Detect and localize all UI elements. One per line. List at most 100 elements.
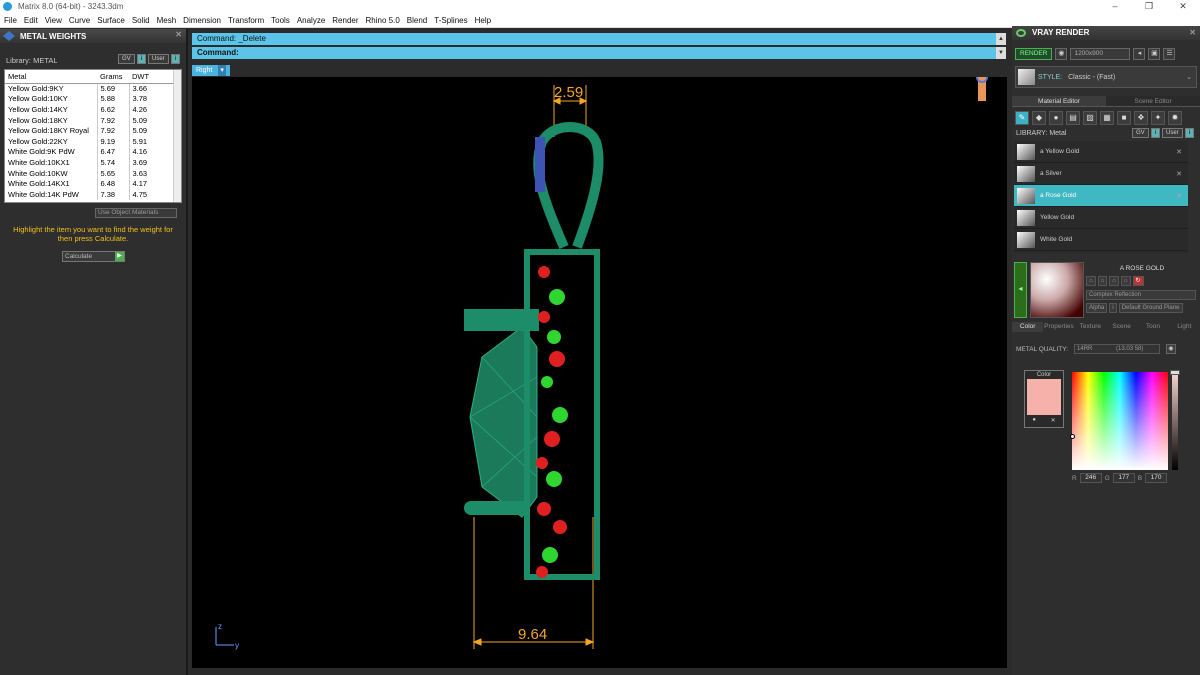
calculate-button[interactable]: Calculate ▶ [62,251,125,262]
tool-icon-2[interactable]: ⌂ [1097,276,1108,286]
material-item[interactable]: White Gold [1014,229,1188,251]
resolution-field[interactable]: 1200x900 [1070,48,1131,60]
vray-close-icon[interactable]: ✕ [1189,26,1196,40]
tab-scene-editor[interactable]: Scene Editor [1106,96,1200,106]
table-row[interactable]: Yellow Gold:22KY 9.19 5.91 [5,135,175,147]
render-button[interactable]: RENDER [1015,48,1053,60]
refresh-icon[interactable]: ↻ [1132,276,1144,286]
gradient-icon[interactable]: ▤ [1066,111,1080,125]
minimize-button[interactable]: – [1098,0,1132,13]
eyedropper-icon[interactable]: ● [1032,417,1036,424]
table-row[interactable]: Yellow Gold:10KY 5.88 3.78 [5,93,175,105]
viewport-name[interactable]: Right [196,65,212,76]
viewport-menu-icon[interactable]: ▾ [218,65,226,76]
metal-weights-table[interactable]: Metal Grams DWT Yellow Gold:9KY 5.69 3.66 Y… [4,69,182,203]
texture-icon[interactable]: ▨ [1083,111,1097,125]
table-row[interactable]: White Gold:10KX1 5.74 3.69 [5,157,175,168]
table-row[interactable]: Yellow Gold:18KY 7.92 5.09 [5,114,175,126]
panel-close-icon[interactable]: ✕ [175,30,182,39]
table-row[interactable]: White Gold:9K PdW 6.47 4.16 [5,146,175,158]
slider-knob[interactable] [1170,370,1180,375]
table-row[interactable]: Yellow Gold:9KY 5.69 3.66 [5,83,175,94]
gv-button[interactable]: GV [117,54,135,64]
chevron-down-icon[interactable]: ⌄ [1186,73,1192,81]
rewind-icon[interactable]: ◂ [1133,48,1146,60]
menu-edit[interactable]: Edit [24,16,38,25]
alpha-info-icon[interactable]: i [1109,303,1117,313]
info-button-right-2[interactable]: i [1184,128,1194,138]
menu-mesh[interactable]: Mesh [157,16,177,25]
info-button-2[interactable]: i [170,54,180,64]
tab-light[interactable]: Light [1169,322,1200,332]
table-row[interactable]: White Gold:14K PdW 7.38 4.75 [5,188,175,200]
menu-curve[interactable]: Curve [69,16,90,25]
table-row[interactable]: White Gold:14KX1 6.48 4.17 [5,178,175,189]
menu-tools[interactable]: Tools [271,16,290,25]
gem-icon[interactable]: ◆ [1032,111,1046,125]
tab-color[interactable]: Color [1012,322,1044,332]
col-grams[interactable]: Grams [97,70,129,84]
metal-quality-dropdown[interactable]: 14RR (13.03 58) [1074,344,1161,354]
menu-solid[interactable]: Solid [132,16,150,25]
table-row[interactable]: White Gold:10KW 5.65 3.63 [5,167,175,179]
color-swatch[interactable] [1027,379,1061,415]
info-button-right[interactable]: i [1150,128,1160,138]
alpha-label[interactable]: Alpha [1086,303,1108,313]
tab-scene[interactable]: Scene [1106,322,1137,332]
tab-material-editor[interactable]: Material Editor [1012,96,1106,106]
material-item-selected[interactable]: a Rose Gold ✕ [1014,185,1188,207]
close-button[interactable]: ✕ [1166,0,1200,13]
metal-icon[interactable]: ✎ [1015,111,1029,125]
view-gizmo-icon[interactable] [976,71,988,101]
menu-rhino[interactable]: Rhino 5.0 [366,16,400,25]
fill-icon[interactable]: ■ [1117,111,1131,125]
picker-cursor[interactable] [1070,434,1075,439]
material-item[interactable]: a Silver ✕ [1014,163,1188,185]
tool-icon-3[interactable]: ⌂ [1109,276,1119,286]
table-scrollbar[interactable] [173,70,181,202]
r-field[interactable]: 246 [1079,473,1102,483]
reflection-dropdown[interactable]: Complex Reflection [1086,290,1196,300]
tab-toon[interactable]: Toon [1137,322,1168,332]
style-dropdown[interactable]: STYLE: Classic - (Fast) ⌄ [1015,66,1197,88]
collapse-icon[interactable]: ◂ [1014,262,1027,318]
metal-quality-button[interactable]: ◉ [1166,344,1177,354]
menu-analyze[interactable]: Analyze [297,16,325,25]
camera-icon[interactable]: ◉ [1055,48,1068,60]
command-dropdown-icon[interactable]: ▼ [996,47,1006,59]
tab-texture[interactable]: Texture [1075,322,1106,332]
viewport-tab[interactable]: Right ▾ [192,65,230,76]
material-item[interactable]: a Yellow Gold ✕ [1014,141,1188,163]
grid-icon[interactable]: ☰ [1163,48,1176,60]
remove-icon[interactable]: ✕ [1176,170,1182,178]
g-field[interactable]: 177 [1112,473,1135,483]
brush-icon[interactable]: ✦ [1151,111,1165,125]
pattern-icon[interactable]: ▦ [1100,111,1114,125]
tool-icon-1[interactable]: ⌂ [1086,276,1096,286]
brightness-slider[interactable] [1170,370,1180,470]
viewport-right[interactable]: 2.59 9.64 z y [192,71,1007,668]
menu-tsplines[interactable]: T-Splines [434,16,467,25]
user-button-right[interactable]: User [1161,128,1183,138]
sphere-icon[interactable]: ● [1049,111,1063,125]
gv-button-right[interactable]: GV [1131,128,1149,138]
remove-icon[interactable]: ✕ [1176,192,1182,200]
image-icon[interactable]: ▣ [1148,48,1161,60]
menu-transform[interactable]: Transform [228,16,264,25]
menu-view[interactable]: View [45,16,62,25]
tab-properties[interactable]: Properties [1043,322,1074,332]
menu-blend[interactable]: Blend [407,16,427,25]
model-canvas[interactable]: 2.59 9.64 z y [192,71,1007,668]
ground-plane-dropdown[interactable]: Default Ground Plane [1118,303,1183,313]
color-picker[interactable] [1070,372,1168,470]
command-scroll-icon[interactable]: ▲ [996,33,1006,45]
command-input[interactable]: Command: ▼ [192,47,1006,59]
table-row[interactable]: Yellow Gold:18KY Royal 7.92 5.09 [5,125,175,136]
b-field[interactable]: 170 [1145,473,1168,483]
clear-color-icon[interactable]: ✕ [1051,417,1056,424]
menu-surface[interactable]: Surface [97,16,125,25]
menu-dimension[interactable]: Dimension [183,16,221,25]
material-item[interactable]: Yellow Gold [1014,207,1188,229]
remove-icon[interactable]: ✕ [1176,148,1182,156]
user-button[interactable]: User [147,54,169,64]
